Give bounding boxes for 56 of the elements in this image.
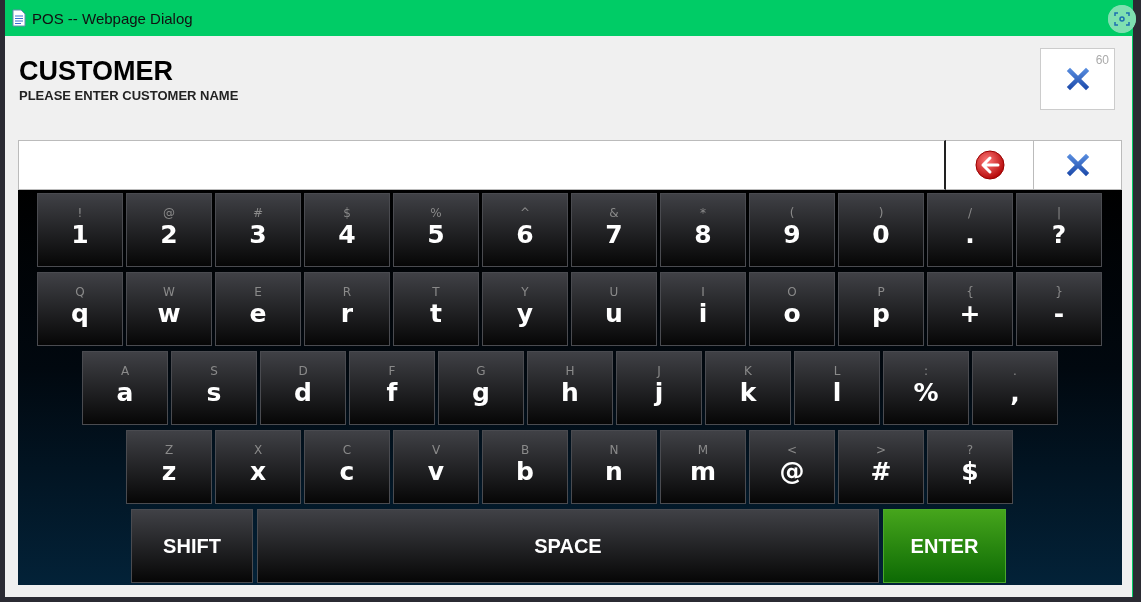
key-button[interactable]: V v xyxy=(393,430,479,504)
key-button[interactable]: R r xyxy=(304,272,390,346)
key-button[interactable]: L l xyxy=(794,351,880,425)
document-icon xyxy=(12,9,26,27)
enter-key[interactable]: ENTER xyxy=(883,509,1006,583)
key-button[interactable]: E e xyxy=(215,272,301,346)
key-button[interactable]: W w xyxy=(126,272,212,346)
key-button[interactable]: & 7 xyxy=(571,193,657,267)
key-button[interactable]: { + xyxy=(927,272,1013,346)
key-button[interactable]: } - xyxy=(1016,272,1102,346)
key-button[interactable]: * 8 xyxy=(660,193,746,267)
key-button[interactable]: @ 2 xyxy=(126,193,212,267)
dialog-subtitle: PLEASE ENTER CUSTOMER NAME xyxy=(19,88,239,103)
key-button[interactable]: U u xyxy=(571,272,657,346)
key-button[interactable]: > # xyxy=(838,430,924,504)
key-button[interactable]: T t xyxy=(393,272,479,346)
key-button[interactable]: K k xyxy=(705,351,791,425)
key-button[interactable]: B b xyxy=(482,430,568,504)
key-button[interactable]: . , xyxy=(972,351,1058,425)
key-button[interactable]: S s xyxy=(171,351,257,425)
key-button[interactable]: ! 1 xyxy=(37,193,123,267)
screen-capture-icon[interactable] xyxy=(1108,5,1136,33)
key-button[interactable]: N n xyxy=(571,430,657,504)
key-button[interactable]: O o xyxy=(749,272,835,346)
key-button[interactable]: M m xyxy=(660,430,746,504)
key-button[interactable]: A a xyxy=(82,351,168,425)
key-button[interactable]: : % xyxy=(883,351,969,425)
key-button[interactable]: ( 9 xyxy=(749,193,835,267)
key-button[interactable]: % 5 xyxy=(393,193,479,267)
key-button[interactable]: C c xyxy=(304,430,390,504)
backspace-button[interactable] xyxy=(946,140,1034,190)
window-title: POS -- Webpage Dialog xyxy=(32,9,193,27)
shift-key[interactable]: SHIFT xyxy=(131,509,253,583)
key-button[interactable]: Y y xyxy=(482,272,568,346)
key-button[interactable]: H h xyxy=(527,351,613,425)
key-button[interactable]: Z z xyxy=(126,430,212,504)
key-button[interactable]: ) 0 xyxy=(838,193,924,267)
name-input-field[interactable] xyxy=(18,140,946,190)
key-button[interactable]: D d xyxy=(260,351,346,425)
key-button[interactable]: / . xyxy=(927,193,1013,267)
key-button[interactable]: I i xyxy=(660,272,746,346)
key-button[interactable]: J j xyxy=(616,351,702,425)
key-button[interactable]: | ? xyxy=(1016,193,1102,267)
key-button[interactable]: G g xyxy=(438,351,524,425)
key-button[interactable]: < @ xyxy=(749,430,835,504)
key-button[interactable]: X x xyxy=(215,430,301,504)
clear-button[interactable] xyxy=(1034,140,1122,190)
key-button[interactable]: F f xyxy=(349,351,435,425)
key-button[interactable]: # 3 xyxy=(215,193,301,267)
key-button[interactable]: ? $ xyxy=(927,430,1013,504)
space-key[interactable]: SPACE xyxy=(257,509,879,583)
key-button[interactable]: ^ 6 xyxy=(482,193,568,267)
key-button[interactable]: $ 4 xyxy=(304,193,390,267)
key-button[interactable]: P p xyxy=(838,272,924,346)
key-button[interactable]: Q q xyxy=(37,272,123,346)
dialog-title: CUSTOMER xyxy=(19,56,174,87)
